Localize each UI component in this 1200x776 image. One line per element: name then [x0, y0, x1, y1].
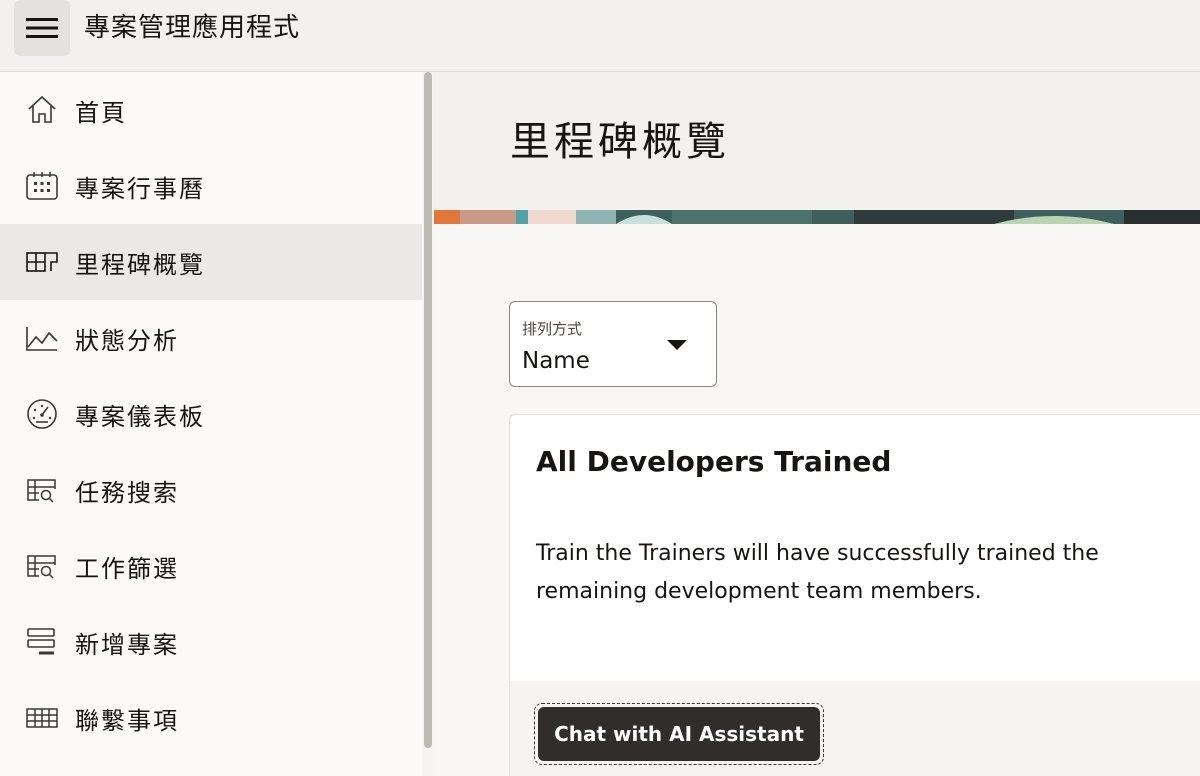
sidebar-item-label: 任務搜索 — [75, 478, 179, 507]
sidebar-scrollbar-thumb[interactable] — [424, 72, 432, 748]
line-chart-icon — [24, 320, 60, 356]
sidebar-item-label: 里程碑概覽 — [75, 250, 205, 279]
sidebar-item-label: 首頁 — [75, 98, 127, 127]
calendar-icon — [24, 168, 60, 204]
home-icon — [24, 92, 60, 128]
sidebar-item-status-analysis[interactable]: 狀態分析 — [0, 300, 422, 376]
dashboard-gauge-icon — [24, 396, 60, 432]
sidebar-item-label: 狀態分析 — [75, 326, 179, 355]
decorative-banner — [434, 210, 1200, 224]
hamburger-icon — [26, 18, 58, 38]
main-content: 里程碑概覽 排列方式 Name All Developers Trained T… — [434, 72, 1200, 776]
sidebar-item-calendar[interactable]: 專案行事曆 — [0, 148, 422, 224]
sidebar-nav: 首頁 專案行事曆 里程碑概覽 狀態分析 專案儀表板 任務搜索 工作篩選 新增專案… — [0, 72, 422, 776]
milestone-title: All Developers Trained — [536, 445, 892, 478]
app-title: 專案管理應用程式 — [84, 13, 301, 43]
sidebar-item-label: 新增專案 — [75, 630, 179, 659]
sidebar-item-dashboard[interactable]: 專案儀表板 — [0, 376, 422, 452]
sort-by-value: Name — [522, 348, 590, 374]
sidebar-item-label: 專案行事曆 — [75, 174, 205, 203]
card-footer: Chat with AI Assistant — [510, 681, 1200, 776]
table-search-icon — [24, 472, 60, 508]
app-header: 專案管理應用程式 — [0, 0, 1200, 72]
sidebar-item-task-search[interactable]: 任務搜索 — [0, 452, 422, 528]
sidebar-item-contacts[interactable]: 聯繫事項 — [0, 680, 422, 756]
page-header: 里程碑概覽 — [434, 72, 1200, 224]
milestone-grid-icon — [24, 244, 60, 280]
table-icon — [24, 700, 60, 736]
milestone-card: All Developers Trained Train the Trainer… — [509, 414, 1200, 776]
sort-by-label: 排列方式 — [522, 320, 583, 338]
menu-button[interactable] — [14, 0, 70, 56]
page-title: 里程碑概覽 — [510, 119, 730, 165]
chat-ai-assistant-button[interactable]: Chat with AI Assistant — [538, 707, 820, 761]
form-add-icon — [24, 624, 60, 660]
sidebar-item-new-project[interactable]: 新增專案 — [0, 604, 422, 680]
milestone-description: Train the Trainers will have successfull… — [536, 541, 1099, 604]
sidebar-item-label: 聯繫事項 — [75, 706, 179, 735]
sidebar-item-label: 專案儀表板 — [75, 402, 205, 431]
sidebar-item-label: 工作篩選 — [75, 554, 179, 583]
table-search-icon — [24, 548, 60, 584]
sidebar-item-work-filter[interactable]: 工作篩選 — [0, 528, 422, 604]
caret-down-icon — [667, 340, 687, 350]
sidebar-item-home[interactable]: 首頁 — [0, 72, 422, 148]
sort-by-select[interactable]: 排列方式 Name — [509, 301, 717, 387]
sidebar-item-milestones[interactable]: 里程碑概覽 — [0, 224, 422, 300]
